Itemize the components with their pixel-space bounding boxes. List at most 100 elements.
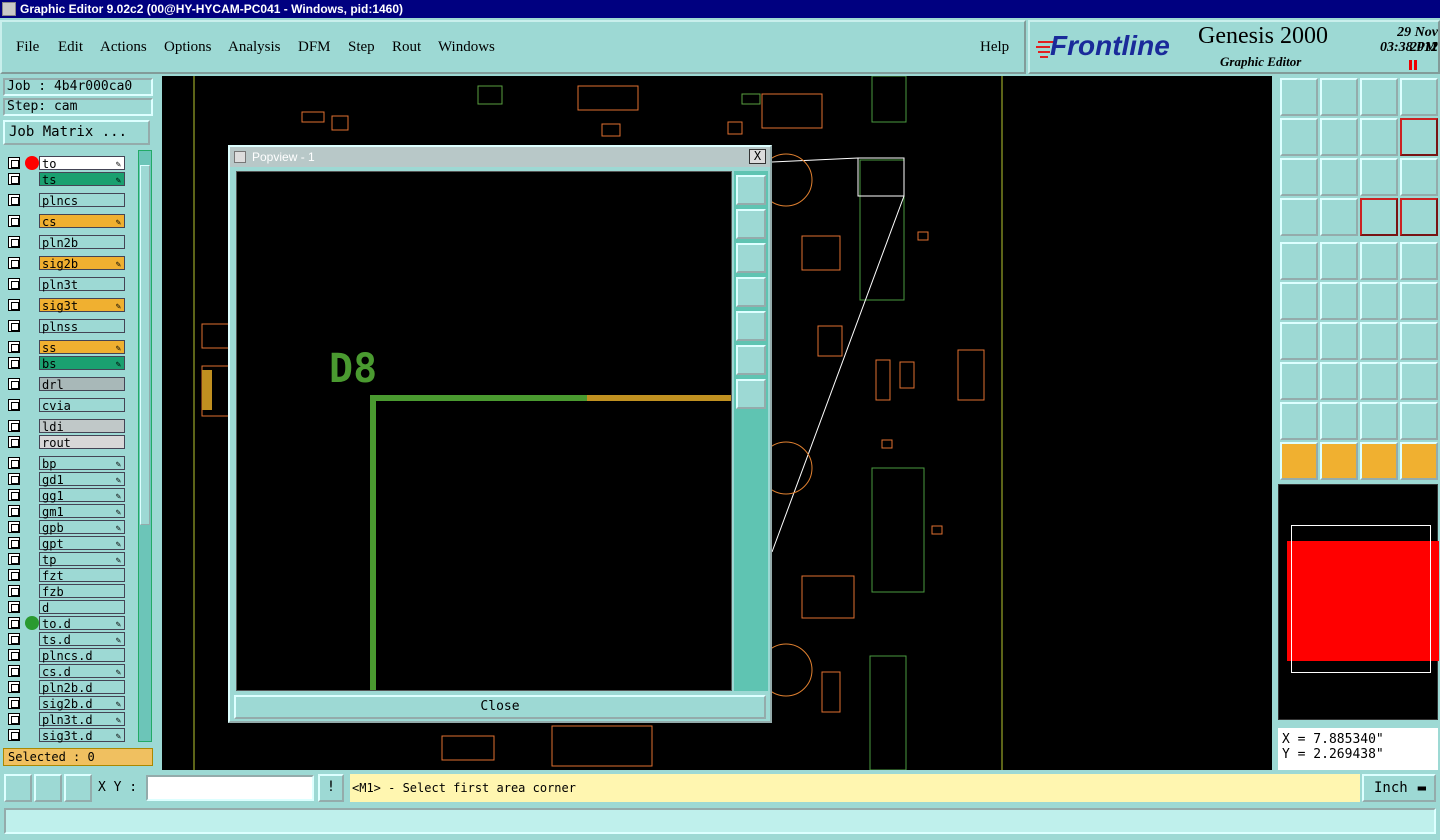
pv-zoom-in-icon[interactable] — [736, 345, 766, 375]
layer-checkbox[interactable] — [8, 649, 20, 661]
layer-checkbox[interactable] — [8, 378, 20, 390]
redraw-icon[interactable] — [1400, 118, 1438, 156]
scrollbar-thumb[interactable] — [140, 165, 150, 525]
layer-row[interactable]: pln2b.d — [5, 680, 127, 695]
layer-checkbox[interactable] — [8, 713, 20, 725]
layer-checkbox[interactable] — [8, 299, 20, 311]
home-icon[interactable] — [1360, 78, 1398, 116]
add-circle-icon[interactable] — [1400, 242, 1438, 280]
layer-name[interactable]: bp ✎ — [39, 456, 125, 471]
tri3-icon[interactable] — [1360, 402, 1398, 440]
layer-name[interactable]: rout — [39, 435, 125, 450]
cut-icon[interactable] — [1320, 362, 1358, 400]
angle-icon[interactable] — [1280, 322, 1318, 360]
scale-icon[interactable] — [1360, 158, 1398, 196]
line-icon[interactable] — [1320, 322, 1358, 360]
layer-row[interactable]: plncs — [5, 193, 127, 208]
overview-map[interactable] — [1278, 484, 1439, 720]
connect-icon[interactable] — [1280, 282, 1318, 320]
layer-row[interactable]: tp ✎ — [5, 552, 127, 567]
pv-pan-down-icon[interactable] — [736, 243, 766, 273]
layer-name[interactable]: cs.d ✎ — [39, 664, 125, 679]
layer-checkbox[interactable] — [8, 157, 20, 169]
layer-name[interactable]: pln3t.d ✎ — [39, 712, 125, 727]
fit-icon[interactable] — [1280, 158, 1318, 196]
select-box-icon[interactable] — [1320, 442, 1358, 480]
layer-checkbox[interactable] — [8, 173, 20, 185]
layer-row[interactable]: plnss — [5, 319, 127, 334]
layer-row[interactable]: sig2b.d ✎ — [5, 696, 127, 711]
layer-row[interactable]: ldi — [5, 419, 127, 434]
transform-icon[interactable] — [1360, 362, 1398, 400]
menu-windows[interactable]: Windows — [438, 39, 495, 56]
layer-row[interactable]: pln2b — [5, 235, 127, 250]
layer-row[interactable]: ts ✎ — [5, 172, 127, 187]
exclamation-button[interactable]: ! — [318, 774, 344, 802]
grid-icon[interactable] — [1320, 198, 1358, 236]
layer-name[interactable]: d — [39, 600, 125, 615]
layer-row[interactable]: plncs.d — [5, 648, 127, 663]
layer-name[interactable]: cvia — [39, 398, 125, 413]
layer-checkbox[interactable] — [8, 521, 20, 533]
measure-icon[interactable] — [34, 774, 62, 802]
copy-icon[interactable] — [1400, 282, 1438, 320]
popview-titlebar[interactable]: Popview - 1 — [230, 147, 770, 167]
layer-checkbox[interactable] — [8, 729, 20, 741]
layer-name[interactable]: pln2b — [39, 235, 125, 250]
popview-canvas[interactable]: D8 — [236, 171, 732, 691]
pause-icon[interactable] — [1408, 60, 1418, 70]
layer-name[interactable]: fzb — [39, 584, 125, 599]
layer-checkbox[interactable] — [8, 585, 20, 597]
layer-row[interactable]: to.d ✎ — [5, 616, 127, 631]
job-matrix-button[interactable]: Job Matrix ... — [3, 120, 150, 145]
layer-checkbox[interactable] — [8, 473, 20, 485]
menu-file[interactable]: File — [16, 39, 39, 56]
layer-name[interactable]: sig2b.d ✎ — [39, 696, 125, 711]
layer-checkbox[interactable] — [8, 278, 20, 290]
menu-actions[interactable]: Actions — [100, 39, 147, 56]
add-pad-icon[interactable] — [1280, 242, 1318, 280]
layer-red-icon[interactable] — [1360, 198, 1398, 236]
menu-edit[interactable]: Edit — [58, 39, 83, 56]
layer-checkbox[interactable] — [8, 399, 20, 411]
menu-step[interactable]: Step — [348, 39, 375, 56]
layer-row[interactable]: cvia — [5, 398, 127, 413]
help-icon[interactable] — [1400, 158, 1438, 196]
layer-checkbox[interactable] — [8, 320, 20, 332]
layer-red2-icon[interactable] — [1400, 198, 1438, 236]
layer-checkbox[interactable] — [8, 357, 20, 369]
layer-checkbox[interactable] — [8, 257, 20, 269]
layer-name[interactable]: gg1 ✎ — [39, 488, 125, 503]
layer-row[interactable]: sig3t ✎ — [5, 298, 127, 313]
layer-checkbox[interactable] — [8, 665, 20, 677]
pv-pan-left-icon[interactable] — [736, 277, 766, 307]
layer-name[interactable]: pln3t — [39, 277, 125, 292]
mirror-icon[interactable] — [1400, 322, 1438, 360]
move-icon[interactable] — [1360, 282, 1398, 320]
pv-zoom-fit-icon[interactable] — [736, 175, 766, 205]
select-arrow-icon[interactable] — [1360, 442, 1398, 480]
pan-left-icon[interactable] — [1280, 118, 1318, 156]
layer-checkbox[interactable] — [8, 681, 20, 693]
layer-checkbox[interactable] — [8, 537, 20, 549]
add-line-icon[interactable] — [1320, 242, 1358, 280]
menu-analysis[interactable]: Analysis — [228, 39, 281, 56]
layer-name[interactable]: ts ✎ — [39, 172, 125, 187]
grid-icon[interactable] — [64, 774, 92, 802]
layer-name[interactable]: gpb ✎ — [39, 520, 125, 535]
layer-name[interactable]: sig3t ✎ — [39, 298, 125, 313]
pv-pan-up-icon[interactable] — [736, 209, 766, 239]
layer-name[interactable]: tp ✎ — [39, 552, 125, 567]
popview-close-button[interactable]: Close — [234, 695, 766, 719]
layer-name[interactable]: gd1 ✎ — [39, 472, 125, 487]
unit-select[interactable]: Inch ▬ — [1362, 774, 1436, 802]
layer-row[interactable]: fzb — [5, 584, 127, 599]
layer-row[interactable]: gpt ✎ — [5, 536, 127, 551]
layer-checkbox[interactable] — [8, 194, 20, 206]
layer-name[interactable]: ss ✎ — [39, 340, 125, 355]
snap-icon[interactable] — [4, 774, 32, 802]
layer-row[interactable]: fzt — [5, 568, 127, 583]
layer-name[interactable]: sig2b ✎ — [39, 256, 125, 271]
shapes-icon[interactable] — [1400, 362, 1438, 400]
layer-row[interactable]: gd1 ✎ — [5, 472, 127, 487]
